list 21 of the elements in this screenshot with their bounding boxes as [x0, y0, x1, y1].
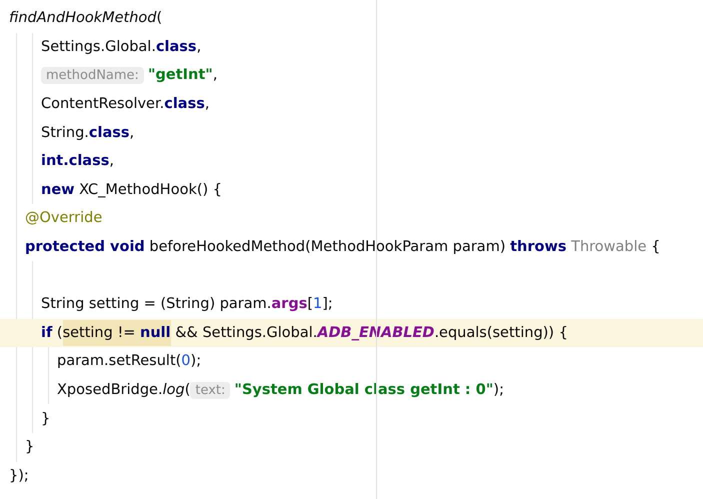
code-text: int.class,	[41, 153, 114, 170]
code-text: });	[9, 468, 29, 484]
code-text: @Override	[25, 210, 102, 226]
code-text: param.setResult(0);	[57, 353, 202, 370]
code-text: protected void beforeHookedMethod(MethodHookParam param) throws Throwable {	[25, 239, 660, 256]
code-text: && Settings.Global.ADB_ENABLED.equals(setting)) {	[174, 324, 568, 341]
code-text: XposedBridge.log(	[57, 382, 190, 398]
code-text: if (	[41, 324, 63, 341]
parameter-hint: methodName:	[41, 66, 144, 84]
code-text: "System Global class getInt : 0");	[234, 382, 504, 398]
highlighted-text: setting != null	[62, 320, 171, 346]
code-text: Settings.Global.class,	[41, 38, 202, 55]
code-text: String.class,	[41, 124, 134, 141]
code-text: "getInt",	[148, 67, 218, 84]
code-text: }	[41, 410, 50, 427]
parameter-hint: text:	[190, 382, 230, 399]
code-text: ContentResolver.class,	[41, 96, 210, 112]
code-text: new XC_MethodHook() {	[41, 182, 222, 198]
code-text: String setting = (String) param.args[1];	[41, 296, 333, 312]
code-text: findAndHookMethod(	[9, 10, 162, 26]
code-text: }	[25, 439, 34, 456]
